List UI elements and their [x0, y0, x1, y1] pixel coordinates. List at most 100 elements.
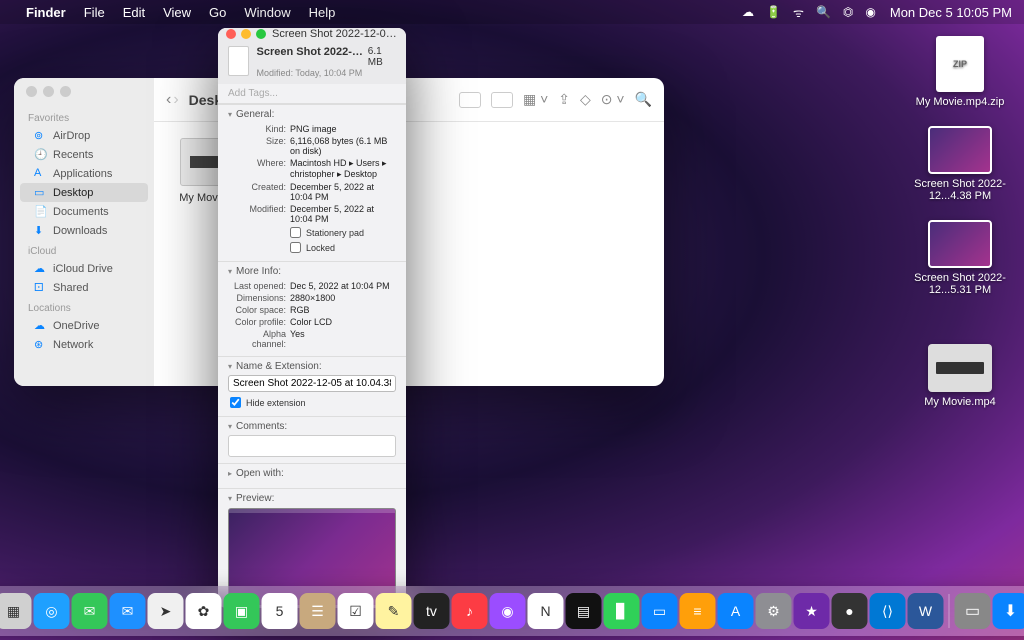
dock-app-mail[interactable]: ✉ [110, 593, 146, 629]
screenshot-icon [928, 126, 992, 174]
dock-app-tv[interactable]: tv [414, 593, 450, 629]
desktop-item[interactable]: My Movie.mp4 [910, 344, 1010, 408]
section-header-name-ext[interactable]: ▾Name & Extension: [228, 361, 396, 372]
dock-app-music[interactable]: ♪ [452, 593, 488, 629]
info-last-opened: Dec 5, 2022 at 10:04 PM [290, 281, 396, 291]
dock-app-facetime[interactable]: ▣ [224, 593, 260, 629]
menu-help[interactable]: Help [309, 5, 336, 20]
desktop-item-label: My Movie.mp4 [924, 396, 996, 408]
finder-nav: ‹ › [166, 91, 179, 109]
chevron-down-icon: ▾ [228, 422, 232, 431]
share-button[interactable]: ⇪ [558, 91, 570, 108]
dock-app-pages[interactable]: ≡ [680, 593, 716, 629]
shared-icon: ⚀ [34, 281, 47, 294]
dock-app-keynote[interactable]: ▭ [642, 593, 678, 629]
dock-app-stocks[interactable]: ▤ [566, 593, 602, 629]
siri-icon[interactable]: ◉ [865, 5, 875, 19]
section-header-preview[interactable]: ▾Preview: [228, 493, 396, 504]
desktop-item-label: My Movie.mp4.zip [916, 96, 1005, 108]
menu-view[interactable]: View [163, 5, 191, 20]
downloads-icon: ⬇ [34, 224, 47, 237]
dock-app-contacts[interactable]: ☰ [300, 593, 336, 629]
dock-app-vscode[interactable]: ⟨⟩ [870, 593, 906, 629]
search-button[interactable]: 🔍 [635, 91, 652, 108]
dock-downloads[interactable]: ⬇ [993, 593, 1024, 629]
sidebar-item-icloud-drive[interactable]: ☁iCloud Drive [20, 259, 148, 278]
view-list-button[interactable] [491, 92, 513, 108]
menu-edit[interactable]: Edit [123, 5, 145, 20]
info-color-profile: Color LCD [290, 317, 396, 327]
dock-app-reminders[interactable]: ☑ [338, 593, 374, 629]
dock-app-word[interactable]: W [908, 593, 944, 629]
action-button[interactable]: ⊙ ˅ [601, 91, 625, 108]
comments-field[interactable] [228, 435, 396, 457]
dock-app-photos[interactable]: ✿ [186, 593, 222, 629]
menubar: Finder File Edit View Go Window Help ☁ 🔋… [0, 0, 1024, 24]
section-header-open-with[interactable]: ▸Open with: [228, 468, 396, 479]
control-center-icon[interactable]: ⏣ [843, 5, 853, 19]
menu-go[interactable]: Go [209, 5, 226, 20]
dock-app-safari[interactable]: ◎ [34, 593, 70, 629]
view-icon-button[interactable] [459, 92, 481, 108]
info-traffic-lights[interactable] [226, 29, 266, 39]
sidebar-item-desktop[interactable]: ▭Desktop [20, 183, 148, 202]
menubar-clock[interactable]: Mon Dec 5 10:05 PM [890, 5, 1012, 20]
dock-app-app2[interactable]: ● [832, 593, 868, 629]
airdrop-icon: ⊚ [34, 129, 47, 142]
sidebar-item-documents[interactable]: 📄Documents [20, 202, 148, 221]
finder-traffic-lights[interactable] [14, 86, 154, 107]
dock-app-notes[interactable]: ✎ [376, 593, 412, 629]
dock-app-app1[interactable]: ★ [794, 593, 830, 629]
dock-app-calendar[interactable]: 5 [262, 593, 298, 629]
spotlight-icon[interactable]: 🔍 [816, 5, 831, 19]
info-size: 6,116,068 bytes (6.1 MB on disk) [290, 136, 396, 156]
dock-app-podcasts[interactable]: ◉ [490, 593, 526, 629]
dock-app-messages[interactable]: ✉ [72, 593, 108, 629]
dock-app-appstore[interactable]: A [718, 593, 754, 629]
wifi-icon[interactable]: ᯤ [793, 4, 804, 21]
dock-app-news[interactable]: N [528, 593, 564, 629]
apps-icon: A [34, 167, 47, 180]
desktop-icon: ▭ [34, 186, 47, 199]
desktop-item[interactable]: Screen Shot 2022-12...4.38 PM [910, 126, 1010, 202]
info-kind: PNG image [290, 124, 396, 134]
cloud-icon[interactable]: ☁ [742, 5, 754, 19]
clock-icon: 🕘 [34, 148, 47, 161]
section-header-general[interactable]: ▾General: [228, 109, 396, 120]
info-titlebar[interactable]: Screen Shot 2022-12-05... [218, 28, 406, 40]
battery-icon[interactable]: 🔋 [766, 5, 781, 19]
dock-app-numbers[interactable]: ▊ [604, 593, 640, 629]
menu-window[interactable]: Window [244, 5, 290, 20]
sidebar-item-applications[interactable]: AApplications [20, 164, 148, 183]
hide-extension-checkbox[interactable]: Hide extension [228, 395, 396, 410]
app-name[interactable]: Finder [26, 5, 66, 20]
documents-icon: 📄 [34, 205, 47, 218]
group-button[interactable]: ▦ ˅ [523, 91, 548, 108]
dock-app-settings[interactable]: ⚙ [756, 593, 792, 629]
sidebar-item-airdrop[interactable]: ⊚AirDrop [20, 126, 148, 145]
info-tags-field[interactable]: Add Tags... [218, 84, 406, 104]
dock-app-maps[interactable]: ➤ [148, 593, 184, 629]
menu-file[interactable]: File [84, 5, 105, 20]
sidebar-item-shared[interactable]: ⚀Shared [20, 278, 148, 297]
sidebar-item-recents[interactable]: 🕘Recents [20, 145, 148, 164]
tags-button[interactable]: ◇ [580, 91, 591, 108]
stationery-checkbox[interactable]: Stationery pad [228, 225, 396, 240]
dock-preview-doc[interactable]: ▭ [955, 593, 991, 629]
section-header-moreinfo[interactable]: ▾More Info: [228, 266, 396, 277]
chevron-right-icon: ▸ [228, 469, 232, 478]
info-color-space: RGB [290, 305, 396, 315]
name-extension-field[interactable] [228, 375, 396, 392]
sidebar-item-network[interactable]: ⊛Network [20, 335, 148, 354]
desktop-item[interactable]: ZIP My Movie.mp4.zip [910, 36, 1010, 108]
movie-icon [928, 344, 992, 392]
back-button[interactable]: ‹ [166, 91, 171, 109]
sidebar-item-onedrive[interactable]: ☁OneDrive [20, 316, 148, 335]
forward-button[interactable]: › [173, 91, 178, 109]
desktop-item[interactable]: Screen Shot 2022-12...5.31 PM [910, 220, 1010, 296]
info-section-comments: ▾Comments: [218, 416, 406, 463]
section-header-comments[interactable]: ▾Comments: [228, 421, 396, 432]
locked-checkbox[interactable]: Locked [228, 240, 396, 255]
dock-app-launchpad[interactable]: ▦ [0, 593, 32, 629]
sidebar-item-downloads[interactable]: ⬇Downloads [20, 221, 148, 240]
